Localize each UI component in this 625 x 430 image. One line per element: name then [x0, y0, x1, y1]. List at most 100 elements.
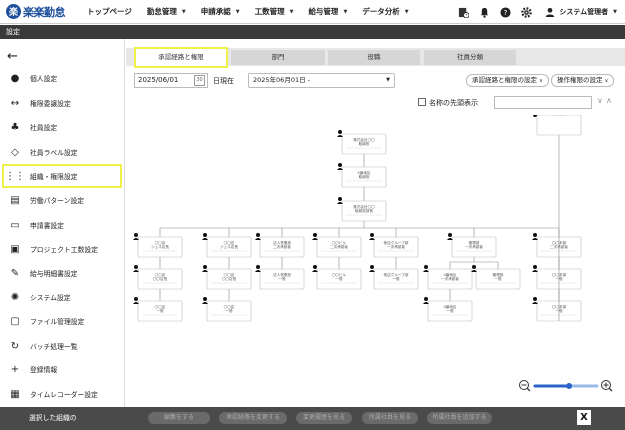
- org-node-role: 取締役部長: [355, 208, 373, 213]
- org-node[interactable]: 他店グループ部一次承認者: [369, 233, 419, 258]
- edit-document-icon: ✎: [10, 267, 20, 279]
- search-input[interactable]: [494, 96, 592, 109]
- sidebar-item-2[interactable]: ♣ 社員設定: [0, 115, 125, 139]
- org-node[interactable]: 法人営業部一般: [255, 265, 305, 290]
- user-name[interactable]: システム管理者: [559, 7, 608, 17]
- nav-payroll[interactable]: 給与管理 ▼: [308, 6, 347, 17]
- org-node[interactable]: 〇〇店一般: [133, 297, 183, 322]
- org-node[interactable]: 〇〇本部一般: [532, 297, 582, 322]
- document-icon: ▭: [10, 219, 20, 231]
- prefix-checkbox[interactable]: [418, 98, 426, 106]
- sidebar-item-12[interactable]: + 登録情報: [0, 357, 125, 381]
- org-node[interactable]: 4番地区取締役: [337, 163, 387, 188]
- logo-text: 楽楽勤怠: [23, 5, 66, 19]
- org-node[interactable]: 〇〇本部一般: [533, 115, 582, 136]
- bell-icon[interactable]: [478, 6, 490, 18]
- chevron-down-icon[interactable]: ▼: [613, 9, 617, 15]
- help-icon[interactable]: ?: [499, 6, 511, 18]
- org-node[interactable]: 株式会社〇〇取締役部長: [337, 197, 387, 222]
- page-title: 設定: [0, 25, 625, 39]
- sidebar-item-5[interactable]: ▤ 労働パターン設定: [0, 188, 125, 212]
- org-node-role: 〇〇店長: [222, 276, 237, 281]
- view-members-button[interactable]: 所属社員を見る: [362, 412, 418, 424]
- org-node[interactable]: 〇〇店一般: [202, 297, 252, 322]
- sidebar-item-10[interactable]: ▢ ファイル管理設定: [0, 309, 125, 333]
- edit-button[interactable]: 編集をする: [148, 412, 210, 424]
- sidebar-item-0[interactable]: ● 個人設定: [0, 66, 125, 90]
- sidebar-item-7[interactable]: ▣ プロジェクト工数設定: [0, 237, 125, 261]
- nav-attendance[interactable]: 勤怠管理 ▼: [147, 6, 186, 17]
- org-node-role: ジェネ店長: [220, 244, 238, 249]
- selected-org-label: 選択した組織の: [29, 414, 77, 422]
- zoom-knob[interactable]: [566, 383, 573, 389]
- org-node[interactable]: 〇〇ビル二次承認者: [312, 233, 362, 258]
- nav-workload[interactable]: 工数管理 ▼: [255, 6, 294, 17]
- gear-icon[interactable]: [520, 6, 532, 18]
- tab-department[interactable]: 部門: [231, 50, 325, 65]
- org-node[interactable]: 法人営業部二次承認者: [255, 233, 305, 258]
- calendar-icon[interactable]: 30: [194, 75, 205, 86]
- org-node-role: 一次承認者: [441, 276, 459, 281]
- org-node[interactable]: 他店グループ部一般: [369, 265, 419, 290]
- chevron-up-icon[interactable]: ∧: [606, 96, 612, 105]
- user-icon[interactable]: [544, 6, 556, 18]
- history-button[interactable]: 変更履歴を見る: [296, 412, 352, 424]
- zoom-control: [518, 379, 616, 393]
- sidebar-item-13[interactable]: ▦ タイムレコーダー設定: [0, 382, 125, 406]
- zoom-slider[interactable]: [533, 383, 599, 389]
- sidebar-item-label: ファイル管理設定: [30, 318, 85, 326]
- document-clock-icon[interactable]: [457, 6, 469, 18]
- excel-export-icon[interactable]: X: [577, 410, 591, 425]
- sidebar-item-label: タイムレコーダー設定: [30, 391, 98, 399]
- arrow-left-icon[interactable]: ←: [7, 49, 18, 64]
- change-route-button[interactable]: 承認経路を変更する: [219, 412, 287, 424]
- chevron-down-icon: ∨: [539, 78, 543, 84]
- sidebar-item-8[interactable]: ✎ 給与明細書設定: [0, 261, 125, 285]
- nav-analytics[interactable]: データ分析 ▼: [362, 6, 408, 17]
- zoom-in-icon[interactable]: [601, 380, 613, 392]
- org-node[interactable]: 〇〇店ジェネ店長: [202, 233, 252, 258]
- org-node[interactable]: 〇〇店〇〇店長: [133, 265, 183, 290]
- main-nav: トップページ 勤怠管理 ▼ 申請承認 ▼ 工数管理 ▼ 給与管理 ▼ データ分析 ▼: [87, 6, 424, 17]
- route-settings-button[interactable]: 承認経路と権限の設定 ∨: [466, 74, 549, 87]
- org-node[interactable]: 管理部一般: [471, 265, 521, 290]
- sidebar-item-label: 申請書設定: [30, 222, 64, 230]
- nav-top[interactable]: トップページ: [87, 6, 132, 17]
- org-node-role: 一般: [494, 276, 502, 281]
- sidebar-item-9[interactable]: ✺ システム設定: [0, 285, 125, 309]
- chevron-down-icon: ▼: [181, 8, 186, 15]
- org-node[interactable]: 管理部一次承認者: [447, 233, 497, 258]
- chevron-down-icon[interactable]: ∨: [597, 96, 603, 105]
- sidebar-item-3[interactable]: ◇ 社員ラベル設定: [0, 140, 125, 164]
- date-input[interactable]: 2025/06/01 30: [134, 73, 208, 88]
- tab-highlight: [134, 47, 228, 68]
- org-node[interactable]: 4番地区一次承認者: [423, 265, 473, 290]
- sidebar-item-label: プロジェクト工数設定: [30, 246, 98, 254]
- org-node[interactable]: 〇〇ビル一般: [312, 265, 362, 290]
- org-node[interactable]: 〇〇店〇〇店長: [202, 265, 252, 290]
- sidebar-item-11[interactable]: ↻ バッチ処理一覧: [0, 334, 125, 358]
- svg-text:?: ?: [503, 7, 507, 16]
- org-node-role: 一次承認者: [465, 244, 483, 249]
- org-node-role: 一般: [335, 276, 343, 281]
- org-node[interactable]: 株式会社〇〇取締役: [337, 130, 387, 155]
- sidebar-item-1[interactable]: ↔ 権限委譲設定: [0, 91, 125, 115]
- chevron-down-icon: ∨: [604, 78, 609, 84]
- org-node[interactable]: 4番地区一般: [423, 297, 473, 322]
- app-logo[interactable]: 楽 楽楽勤怠: [6, 4, 74, 20]
- permission-settings-button[interactable]: 操作権限の設定 ∨: [551, 74, 615, 87]
- org-chart: 株式会社〇〇取締役 4番地区取締役株式会社〇〇取締役部長〇〇店ジェネ店長〇〇店〇〇…: [133, 115, 582, 322]
- tab-employee-class[interactable]: 社員分類: [424, 50, 516, 65]
- nav-approval[interactable]: 申請承認 ▼: [201, 6, 240, 17]
- org-node-role: 二次承認者: [330, 244, 348, 249]
- add-members-button[interactable]: 所属社員を追加する: [427, 412, 492, 424]
- chevron-down-icon: ▼: [404, 8, 409, 15]
- zoom-out-icon[interactable]: [519, 380, 531, 392]
- period-select[interactable]: 2025年06月01日 - ▼: [248, 73, 395, 88]
- tab-position[interactable]: 役職: [328, 50, 420, 65]
- org-node[interactable]: 〇〇店ジェネ店長: [133, 233, 183, 258]
- org-node[interactable]: 〇〇本部二次承認者: [532, 233, 582, 258]
- top-icons: ? システム管理者 ▼: [448, 0, 617, 24]
- org-node[interactable]: 〇〇本部一般: [532, 265, 582, 290]
- sidebar-item-6[interactable]: ▭ 申請書設定: [0, 213, 125, 237]
